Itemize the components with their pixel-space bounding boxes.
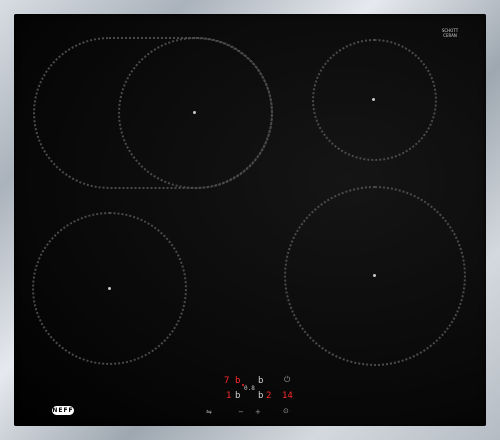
arrows-icon[interactable]: ⇋	[206, 408, 212, 416]
zone-center-dot	[373, 274, 376, 277]
ceran-text: CERAN	[443, 33, 457, 38]
zone-power-level-display[interactable]: 1	[226, 391, 231, 401]
timer-display[interactable]: 14	[282, 391, 293, 401]
plus-icon[interactable]: +	[255, 408, 261, 416]
zone-indicator-b: b	[258, 376, 264, 386]
timer-small-display: 0.8	[244, 385, 255, 392]
zone-power-level-display[interactable]: 7	[224, 376, 229, 386]
timer-icon[interactable]: ⊙	[283, 407, 289, 415]
zone-indicator-b: b	[235, 391, 241, 401]
neff-logo: NEFF	[52, 406, 74, 415]
zone-indicator-b: b	[258, 391, 264, 401]
minus-icon[interactable]: −	[238, 408, 244, 416]
cooktop-glass: SCHOTT CERAN 7 b 0.8 b ⏻ 1 b b 2 14 ⇋ − …	[14, 14, 486, 426]
power-icon[interactable]: ⏻	[284, 376, 290, 384]
zone-center-dot	[108, 287, 111, 290]
zone-center-dot	[193, 111, 196, 114]
zone-level-display[interactable]: 2	[266, 391, 271, 401]
zone-center-dot	[372, 98, 375, 101]
zone-indicator-b: b	[235, 376, 241, 386]
schott-ceran-label: SCHOTT CERAN	[437, 28, 463, 38]
